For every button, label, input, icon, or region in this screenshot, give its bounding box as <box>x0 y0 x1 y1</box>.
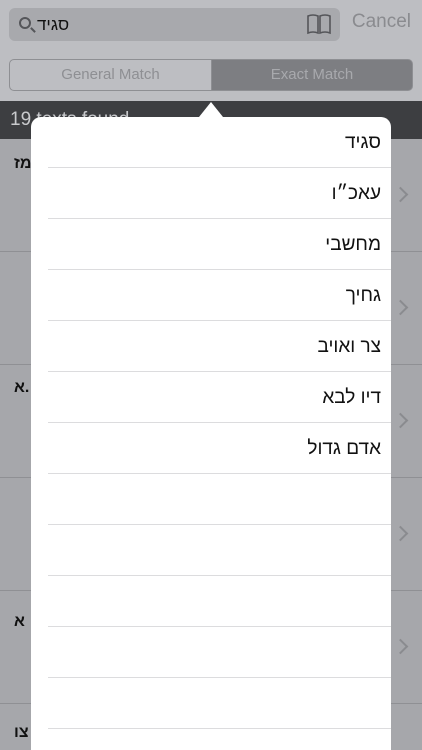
list-item[interactable]: עאכ״ו <box>48 168 391 219</box>
row-text: צו <box>14 724 29 741</box>
row-text: א <box>14 613 25 630</box>
list-item <box>48 678 391 729</box>
search-field[interactable] <box>9 8 340 41</box>
exact-match-segment[interactable]: Exact Match <box>211 59 413 91</box>
list-item[interactable]: גחיך <box>48 270 391 321</box>
search-icon <box>19 17 31 29</box>
list-item <box>48 576 391 627</box>
list-item <box>48 525 391 576</box>
chevron-right-icon <box>392 299 409 316</box>
popover-arrow <box>199 102 223 117</box>
book-icon[interactable] <box>306 13 332 35</box>
suggestions-popover: סגיד עאכ״ו מחשבי גחיך צר ואויב דיו לבא א… <box>31 117 391 750</box>
chevron-right-icon <box>392 525 409 542</box>
list-item[interactable]: דיו לבא <box>48 372 391 423</box>
row-text: מז <box>14 155 32 172</box>
list-item <box>48 627 391 678</box>
suggestions-list: סגיד עאכ״ו מחשבי גחיך צר ואויב דיו לבא א… <box>48 117 391 729</box>
match-mode-bar: General Match Exact Match <box>0 48 422 101</box>
chevron-right-icon <box>392 412 409 429</box>
row-text: א. <box>14 379 30 396</box>
cancel-button[interactable]: Cancel <box>352 11 411 33</box>
list-item[interactable]: אדם גדול <box>48 423 391 474</box>
chevron-right-icon <box>392 638 409 655</box>
chevron-right-icon <box>392 186 409 203</box>
general-match-segment[interactable]: General Match <box>9 59 212 91</box>
list-item[interactable]: מחשבי <box>48 219 391 270</box>
list-item[interactable]: סגיד <box>48 117 391 168</box>
list-item[interactable]: צר ואויב <box>48 321 391 372</box>
search-bar: Cancel <box>0 0 422 48</box>
list-item <box>48 474 391 525</box>
search-input[interactable] <box>37 13 297 37</box>
